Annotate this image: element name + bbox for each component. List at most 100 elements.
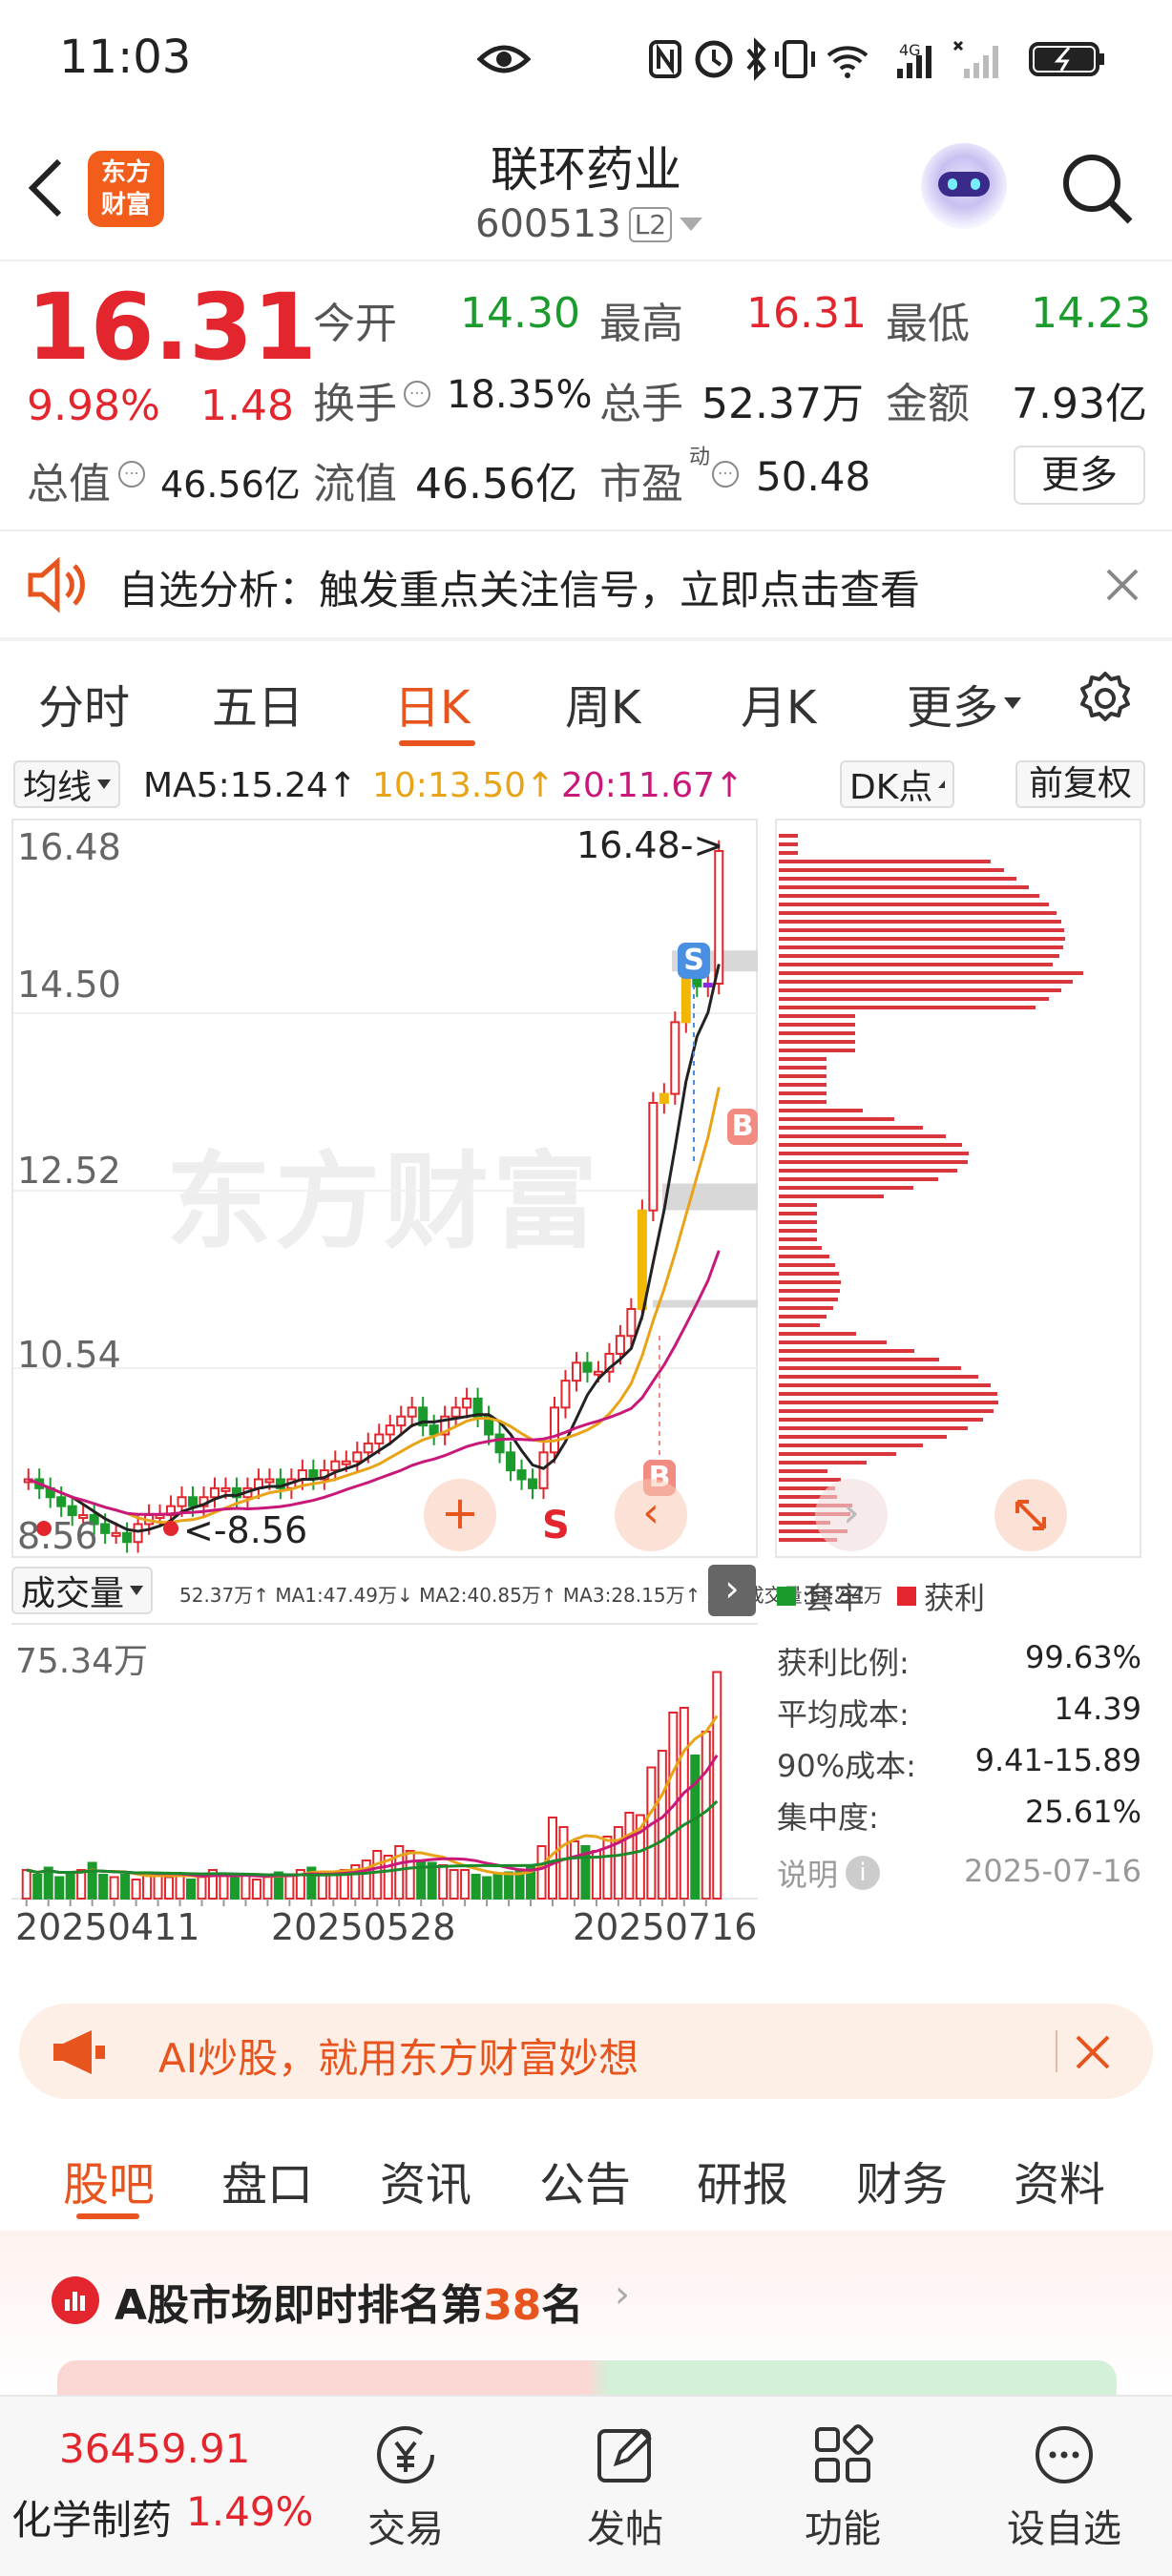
dk-select[interactable]: DK点 xyxy=(840,760,954,808)
close-icon[interactable] xyxy=(1105,568,1140,602)
chip-bar xyxy=(779,1340,887,1344)
more-icon xyxy=(1031,2421,1098,2488)
notice-bar[interactable]: 自选分析：触发重点关注信号，立即点击查看 xyxy=(0,531,1172,636)
ranking-card[interactable]: A股市场即时排名第38名 › xyxy=(0,2231,1172,2395)
chip-bar xyxy=(779,1444,923,1447)
stock-code-row[interactable]: 600513 L2 xyxy=(475,200,702,248)
candle xyxy=(682,977,690,1022)
status-icons: 4G xyxy=(649,36,1107,82)
more-button[interactable]: 更多 xyxy=(1014,446,1145,505)
volume-bar xyxy=(23,1870,31,1899)
chip-bar xyxy=(779,1255,829,1258)
volume-bar xyxy=(77,1870,85,1899)
chip-bar xyxy=(779,954,1059,958)
chip-bar xyxy=(779,1203,817,1207)
chip-bar xyxy=(779,1461,867,1465)
tab-guba[interactable]: 股吧 xyxy=(63,2147,155,2213)
eye-icon xyxy=(477,40,531,78)
change-value: 1.48 xyxy=(200,382,294,430)
y-label: 12.52 xyxy=(17,1150,121,1192)
tab-monthly-k[interactable]: 月K xyxy=(741,670,816,737)
volume-bar xyxy=(253,1880,261,1899)
tab-daily-k[interactable]: 日K xyxy=(394,670,470,737)
candle xyxy=(561,1381,569,1407)
search-icon[interactable] xyxy=(1059,151,1136,227)
ai-banner[interactable]: AI炒股，就用东方财富妙想 xyxy=(19,2004,1153,2099)
index-block[interactable]: 36459.91 化学制药 1.49% xyxy=(0,2397,305,2576)
candle xyxy=(123,1533,131,1542)
chip-bar xyxy=(779,1143,962,1147)
tab-finance[interactable]: 财务 xyxy=(856,2147,948,2213)
date-label: 20250528 xyxy=(271,1906,455,1948)
kline-svg xyxy=(13,821,758,1558)
candle xyxy=(660,1094,668,1103)
amount-label: 金额 xyxy=(886,369,970,430)
chip-distribution[interactable]: › xyxy=(775,819,1141,1558)
chip-bar xyxy=(779,911,1057,915)
tab-weekly-k[interactable]: 周K xyxy=(565,670,640,737)
info-icon[interactable]: ⋯ xyxy=(712,461,739,488)
float-value: 46.56亿 xyxy=(415,449,577,510)
chip-scroll-right-button[interactable]: › xyxy=(815,1479,888,1551)
tab-profile[interactable]: 资料 xyxy=(1014,2147,1105,2213)
chip-bar xyxy=(779,1246,822,1250)
status-time: 11:03 xyxy=(59,31,191,84)
robot-avatar[interactable] xyxy=(921,143,1007,229)
zoom-in-button[interactable]: + xyxy=(424,1479,496,1551)
tab-announcements[interactable]: 公告 xyxy=(539,2147,631,2213)
volume-chart[interactable]: 75.34万 20250411 20250528 20250716 xyxy=(11,1622,758,1908)
chevron-right-icon: › xyxy=(615,2273,630,2316)
candle xyxy=(211,1488,219,1497)
volume-bar xyxy=(89,1863,96,1900)
tab-pankou[interactable]: 盘口 xyxy=(221,2147,313,2213)
nav-post[interactable]: 发帖 xyxy=(573,2397,678,2576)
tab-intraday[interactable]: 分时 xyxy=(38,670,130,737)
chip-bar xyxy=(779,1212,817,1215)
volume-bar xyxy=(198,1878,205,1900)
chip-bar xyxy=(779,1409,994,1413)
info-icon[interactable]: ⋯ xyxy=(118,461,145,488)
volume-bar xyxy=(439,1865,447,1899)
volume-bar xyxy=(33,1875,41,1899)
yen-icon xyxy=(372,2421,439,2488)
expand-icon[interactable] xyxy=(994,1479,1067,1551)
nav-functions[interactable]: 功能 xyxy=(790,2397,895,2576)
gear-icon[interactable] xyxy=(1077,670,1134,727)
chip-stat-value: 99.63% xyxy=(1025,1639,1141,1675)
adjust-button[interactable]: 前复权 xyxy=(1015,760,1145,808)
tab-active-indicator xyxy=(76,2213,139,2219)
volume-bar xyxy=(505,1873,513,1900)
chip-stat-value: 9.41-15.89 xyxy=(975,1742,1141,1778)
kline-chart[interactable]: 东方财富 16.48 14.50 12.52 10.54 8.56 16.48-… xyxy=(11,819,758,1558)
tab-five-day[interactable]: 五日 xyxy=(212,670,303,737)
chevron-down-icon xyxy=(680,218,702,231)
candle xyxy=(518,1470,526,1479)
candle xyxy=(343,1462,350,1465)
chip-stat-label: 获利比例: xyxy=(777,1639,910,1683)
candle xyxy=(452,1407,460,1416)
content-tabs: 股吧 盘口 资讯 公告 研报 财务 资料 xyxy=(0,2118,1172,2229)
tab-news[interactable]: 资讯 xyxy=(380,2147,471,2213)
close-icon[interactable] xyxy=(1075,2034,1111,2070)
ma-select[interactable]: 均线 xyxy=(13,760,120,808)
pe-label: 市盈 xyxy=(599,449,683,510)
tab-more[interactable]: 更多 xyxy=(907,670,1021,737)
volume-bar xyxy=(177,1875,184,1899)
ma-line xyxy=(29,1088,720,1523)
chip-note[interactable]: 说明 i xyxy=(777,1851,880,1895)
chip-bar xyxy=(779,1435,947,1439)
volume-select[interactable]: 成交量 xyxy=(11,1567,153,1614)
chip-bar xyxy=(779,1383,991,1387)
tab-research[interactable]: 研报 xyxy=(697,2147,788,2213)
scroll-left-button[interactable]: ‹ xyxy=(615,1479,687,1551)
expand-right-button[interactable]: › xyxy=(708,1565,756,1616)
volume-bar xyxy=(571,1841,578,1899)
nav-trade[interactable]: 交易 xyxy=(353,2397,458,2576)
megaphone-icon xyxy=(50,2028,111,2076)
info-icon[interactable]: ⋯ xyxy=(404,381,430,407)
chip-stat-label: 平均成本: xyxy=(777,1691,910,1735)
nav-add-watchlist[interactable]: 设自选 xyxy=(1002,2397,1126,2576)
candle xyxy=(430,1425,438,1434)
candle xyxy=(583,1362,591,1371)
pe-sup: 动 xyxy=(689,440,710,470)
